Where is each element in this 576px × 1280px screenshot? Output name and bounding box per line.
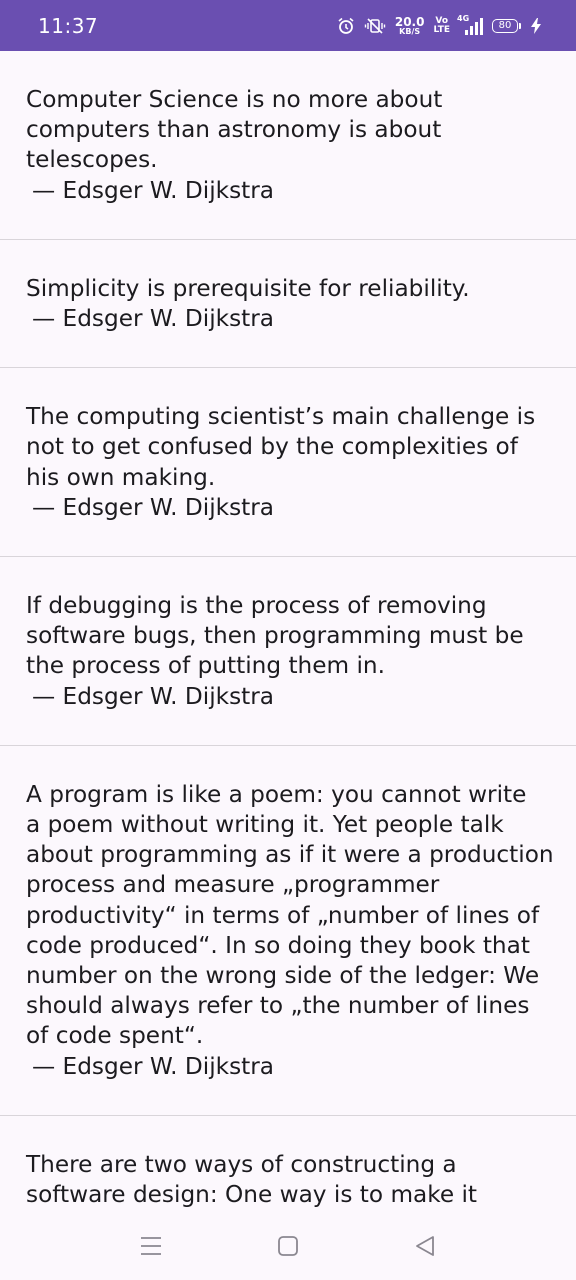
volte-indicator: Vo LTE bbox=[433, 16, 450, 35]
home-icon[interactable] bbox=[275, 1233, 301, 1259]
navigation-bar bbox=[0, 1211, 576, 1280]
back-icon[interactable] bbox=[412, 1233, 438, 1259]
quote-text: The computing scientist’s main challenge… bbox=[26, 403, 536, 491]
quote-author: — Edsger W. Dijkstra bbox=[32, 305, 274, 333]
quote-card[interactable]: The computing scientist’s main challenge… bbox=[0, 368, 576, 558]
net-speed-unit: KB/S bbox=[399, 26, 421, 36]
quote-author: — Edsger W. Dijkstra bbox=[32, 682, 274, 710]
status-icons: 20.0 KB/S Vo LTE 4G 80 bbox=[337, 13, 542, 36]
volte-bottom: LTE bbox=[433, 24, 450, 35]
quote-text: Simplicity is prerequisite for reliabili… bbox=[26, 274, 470, 302]
net-speed: 20.0 KB/S bbox=[395, 16, 425, 36]
quote-text: If debugging is the process of removing … bbox=[26, 592, 524, 680]
vibrate-icon bbox=[364, 17, 386, 35]
quote-text: There are two ways of constructing a sof… bbox=[26, 1150, 478, 1209]
quote-card[interactable]: If debugging is the process of removing … bbox=[0, 557, 576, 746]
quote-author: — Edsger W. Dijkstra bbox=[32, 176, 274, 204]
quote-card[interactable]: A program is like a poem: you cannot wri… bbox=[0, 746, 576, 1116]
quote-author: — Edsger W. Dijkstra bbox=[32, 1052, 274, 1080]
signal-icon: 4G bbox=[457, 13, 483, 35]
quote-card[interactable]: There are two ways of constructing a sof… bbox=[0, 1116, 576, 1211]
charging-icon bbox=[530, 17, 542, 35]
network-type: 4G bbox=[457, 13, 470, 23]
menu-icon[interactable] bbox=[138, 1233, 164, 1259]
battery-icon: 80 bbox=[492, 18, 521, 33]
quote-list[interactable]: Computer Science is no more about comput… bbox=[0, 51, 576, 1211]
status-time: 11:37 bbox=[38, 13, 99, 38]
quote-card[interactable]: Computer Science is no more about comput… bbox=[0, 51, 576, 240]
net-speed-value: 20.0 bbox=[394, 14, 425, 29]
status-bar: 11:37 20.0 KB/S Vo LTE 4G 80 bbox=[0, 0, 576, 51]
quote-text: A program is like a poem: you cannot wri… bbox=[26, 780, 554, 1050]
alarm-icon bbox=[337, 17, 355, 35]
quote-text: Computer Science is no more about comput… bbox=[26, 86, 443, 174]
quote-card[interactable]: Simplicity is prerequisite for reliabili… bbox=[0, 240, 576, 369]
quote-author: — Edsger W. Dijkstra bbox=[32, 493, 274, 521]
battery-level: 80 bbox=[492, 18, 518, 33]
